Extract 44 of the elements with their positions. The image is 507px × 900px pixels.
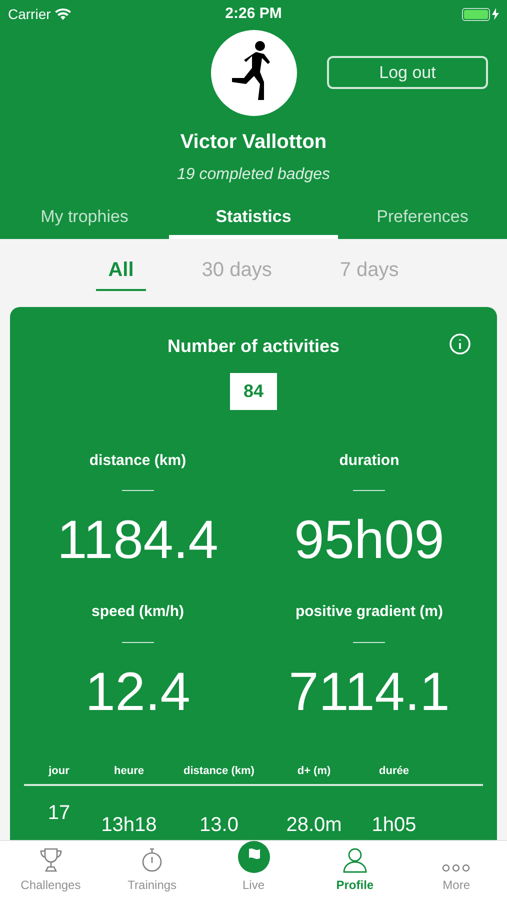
period-tab[interactable]: 7 days xyxy=(328,255,411,291)
carrier-label: Carrier xyxy=(8,4,51,24)
stat-value: 12.4 xyxy=(85,664,190,724)
tab-bar-item[interactable]: Challenges xyxy=(0,841,102,900)
stat-value: 1184.4 xyxy=(57,513,218,572)
stat-label: distance (km) xyxy=(89,450,186,470)
trophy-icon xyxy=(38,847,63,873)
wifi-icon xyxy=(54,8,71,20)
charging-icon xyxy=(492,8,499,20)
table-cell-text: 28.0m xyxy=(286,813,342,838)
tab-bar-item[interactable]: Live xyxy=(202,841,304,900)
activity-count: 84 xyxy=(230,373,277,410)
stopwatch-icon xyxy=(140,847,164,873)
card-title: Number of activities xyxy=(167,335,340,358)
stat-label: duration xyxy=(339,450,400,470)
more-icon xyxy=(441,863,472,873)
column-header: distance (km) xyxy=(184,764,254,778)
tab-bar-item[interactable]: More xyxy=(406,841,507,900)
period-tab[interactable]: All xyxy=(96,255,146,291)
stat-label: speed (km/h) xyxy=(91,602,184,622)
column-header: d+ (m) xyxy=(297,764,331,778)
info-icon[interactable] xyxy=(449,333,471,355)
tab-bar-item[interactable]: Trainings xyxy=(101,841,203,900)
profile-tab[interactable]: Preferences xyxy=(338,201,507,239)
column-header: durée xyxy=(379,764,409,778)
column-header: heure xyxy=(114,764,144,778)
profile-tab[interactable]: Statistics xyxy=(169,201,338,239)
stat-value: 95h09 xyxy=(294,513,444,572)
table-cell-text: 13.0 xyxy=(200,813,238,838)
profile-tab[interactable]: My trophies xyxy=(0,201,169,239)
table-cell-text: 1h05 xyxy=(372,813,416,838)
stat-label: positive gradient (m) xyxy=(295,602,444,622)
person-icon xyxy=(342,847,368,873)
tab-bar-item[interactable]: Profile xyxy=(304,841,406,900)
battery-icon xyxy=(462,8,490,20)
user-name: Victor Vallotton xyxy=(180,130,327,155)
logout-button[interactable]: Log out xyxy=(327,56,488,89)
stat-value: 7114.1 xyxy=(288,664,450,724)
table-cell-text: 17 xyxy=(48,801,70,826)
period-tab[interactable]: 30 days xyxy=(190,255,284,291)
column-header: jour xyxy=(48,764,70,778)
status-time: 2:26 PM xyxy=(225,4,282,24)
table-cell-text: 13h18 xyxy=(101,813,157,838)
badges-count: 19 completed badges xyxy=(177,165,330,185)
